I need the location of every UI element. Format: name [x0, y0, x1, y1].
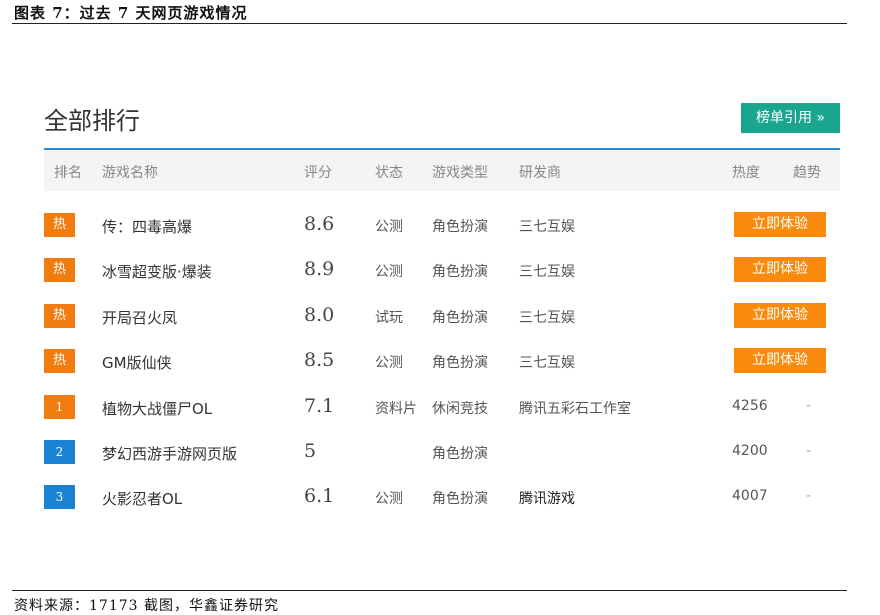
game-score: 8.5 — [304, 349, 335, 371]
top-divider — [12, 23, 847, 24]
game-developer: 三七互娱 — [519, 219, 575, 235]
table-row[interactable]: 3 火影忍者OL 6.1 公测 角色扮演 腾讯游戏 4007 - — [44, 477, 840, 517]
rank-badge: 热 — [44, 349, 75, 373]
game-developer: 腾讯五彩石工作室 — [519, 401, 631, 417]
game-name[interactable]: 梦幻西游手游网页版 — [102, 443, 237, 464]
game-genre: 角色扮演 — [432, 264, 488, 280]
play-now-button[interactable]: 立即体验 — [734, 257, 826, 282]
game-name[interactable]: 植物大战僵尸OL — [102, 398, 212, 419]
game-score: 6.1 — [304, 485, 335, 507]
play-now-button[interactable]: 立即体验 — [734, 348, 826, 373]
game-name[interactable]: 传：四毒高爆 — [102, 216, 192, 237]
source-note: 资料来源：17173 截图，华鑫证券研究 — [14, 598, 279, 614]
table-row[interactable]: 1 植物大战僵尸OL 7.1 资料片 休闲竞技 腾讯五彩石工作室 4256 - — [44, 387, 840, 427]
header-status: 状态 — [375, 165, 403, 181]
play-now-button[interactable]: 立即体验 — [734, 212, 826, 237]
game-heat: 4200 — [732, 443, 768, 459]
rank-badge: 热 — [44, 304, 75, 328]
table-header: 排名 游戏名称 评分 状态 游戏类型 研发商 热度 趋势 — [44, 150, 840, 191]
game-name[interactable]: 冰雪超变版·爆装 — [102, 261, 212, 282]
game-score: 5 — [304, 440, 317, 462]
game-heat: 4256 — [732, 398, 768, 414]
rank-badge: 1 — [44, 395, 75, 419]
header-trend: 趋势 — [793, 165, 821, 181]
game-genre: 休闲竞技 — [432, 401, 488, 417]
game-developer: 腾讯游戏 — [519, 491, 575, 507]
game-score: 8.6 — [304, 213, 335, 235]
game-status: 试玩 — [375, 310, 403, 326]
header-rank: 排名 — [54, 165, 82, 181]
table-row[interactable]: 2 梦幻西游手游网页版 5 角色扮演 4200 - — [44, 432, 840, 472]
rank-badge: 热 — [44, 213, 75, 237]
rank-badge: 热 — [44, 258, 75, 282]
game-status: 公测 — [375, 219, 403, 235]
game-name[interactable]: GM版仙侠 — [102, 352, 172, 373]
rank-badge: 2 — [44, 440, 75, 464]
game-heat: 4007 — [732, 488, 768, 504]
game-developer: 三七互娱 — [519, 264, 575, 280]
table-row[interactable]: 热 传：四毒高爆 8.6 公测 角色扮演 三七互娱 立即体验 — [44, 205, 840, 245]
game-name[interactable]: 火影忍者OL — [102, 488, 182, 509]
header-heat: 热度 — [732, 165, 760, 181]
game-trend: - — [806, 398, 812, 414]
game-status: 公测 — [375, 491, 403, 507]
table-row[interactable]: 热 开局召火凤 8.0 试玩 角色扮演 三七互娱 立即体验 — [44, 296, 840, 336]
header-developer: 研发商 — [519, 165, 561, 181]
header-name: 游戏名称 — [102, 165, 158, 181]
game-genre: 角色扮演 — [432, 491, 488, 507]
game-score: 8.9 — [304, 258, 335, 280]
game-genre: 角色扮演 — [432, 446, 488, 462]
game-genre: 角色扮演 — [432, 219, 488, 235]
play-now-button[interactable]: 立即体验 — [734, 303, 826, 328]
bottom-divider — [12, 590, 847, 591]
game-developer: 三七互娱 — [519, 310, 575, 326]
game-status: 资料片 — [375, 401, 417, 417]
game-status: 公测 — [375, 264, 403, 280]
game-genre: 角色扮演 — [432, 310, 488, 326]
figure-title: 图表 7：过去 7 天网页游戏情况 — [14, 4, 248, 22]
game-score: 7.1 — [304, 395, 335, 417]
header-score: 评分 — [304, 165, 332, 181]
header-genre: 游戏类型 — [432, 165, 488, 181]
game-score: 8.0 — [304, 304, 335, 326]
game-name[interactable]: 开局召火凤 — [102, 307, 177, 328]
game-developer: 三七互娱 — [519, 355, 575, 371]
game-trend: - — [806, 443, 812, 459]
table-row[interactable]: 热 GM版仙侠 8.5 公测 角色扮演 三七互娱 立即体验 — [44, 341, 840, 381]
table-row[interactable]: 热 冰雪超变版·爆装 8.9 公测 角色扮演 三七互娱 立即体验 — [44, 250, 840, 290]
game-trend: - — [806, 488, 812, 504]
game-genre: 角色扮演 — [432, 355, 488, 371]
cite-ranking-button[interactable]: 榜单引用 » — [741, 103, 840, 133]
rank-badge: 3 — [44, 485, 75, 509]
panel-title: 全部排行 — [44, 107, 140, 135]
game-status: 公测 — [375, 355, 403, 371]
